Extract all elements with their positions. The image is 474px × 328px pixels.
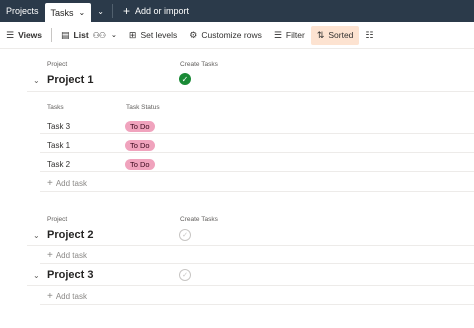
tab-projects-label: Projects	[6, 6, 39, 16]
add-task-label: Add task	[55, 251, 87, 260]
views-label: Views	[18, 30, 43, 40]
add-task-button[interactable]: + Add task	[47, 250, 87, 261]
chevron-down-icon[interactable]: ⌄	[79, 8, 86, 17]
tab-tasks[interactable]: Tasks ⌄	[44, 3, 92, 22]
column-header-tasks: Tasks	[47, 104, 64, 111]
check-circle-icon[interactable]: ✓	[179, 229, 191, 241]
divider	[40, 263, 474, 264]
chevron-down-icon[interactable]: ⌄	[33, 76, 40, 85]
list-view-button[interactable]: ▤ List ⚇⚇ ⌄	[55, 26, 123, 45]
views-button[interactable]: ☰ Views	[0, 26, 48, 45]
add-or-import-label: Add or import	[134, 6, 189, 16]
divider	[40, 171, 474, 172]
filter-label: Filter	[285, 30, 305, 40]
customize-rows-label: Customize rows	[201, 30, 262, 40]
chevron-down-icon: ⌄	[111, 32, 117, 39]
view-options-button[interactable]: ☷	[359, 26, 383, 45]
task-name[interactable]: Task 3	[47, 122, 70, 131]
gear-icon: ⚙	[189, 29, 198, 40]
status-badge[interactable]: To Do	[125, 140, 155, 151]
divider	[40, 304, 474, 305]
group-title: Project 1	[47, 74, 94, 86]
plus-icon: +	[47, 291, 53, 302]
task-name[interactable]: Task 2	[47, 160, 70, 169]
filter-icon: ☰	[273, 29, 282, 40]
column-header-project: Project	[47, 61, 68, 68]
check-circle-icon[interactable]: ✓	[179, 73, 191, 85]
tab-divider	[111, 4, 113, 18]
group-title: Project 3	[47, 269, 94, 281]
plus-icon: +	[47, 178, 53, 189]
people-icon: ⚇⚇	[92, 30, 106, 40]
group-title: Project 2	[47, 229, 94, 241]
add-task-button[interactable]: + Add task	[47, 291, 87, 302]
column-header-project: Project	[47, 216, 68, 223]
view-toolbar: ☰ Views ▤ List ⚇⚇ ⌄ ⊞ Set levels ⚙ Custo…	[0, 22, 474, 49]
customize-rows-button[interactable]: ⚙ Customize rows	[183, 26, 268, 45]
options-icon: ☷	[365, 29, 374, 40]
add-task-label: Add task	[55, 179, 87, 188]
column-header-task-status: Task Status	[126, 104, 160, 111]
divider	[27, 285, 474, 286]
plus-icon: +	[47, 250, 53, 261]
top-tab-bar: Projects Tasks ⌄ ⌄ + Add or import	[0, 0, 474, 22]
levels-icon: ⊞	[128, 29, 137, 40]
hamburger-icon: ☰	[6, 29, 15, 40]
status-badge[interactable]: To Do	[125, 121, 155, 132]
column-header-create-tasks: Create Tasks	[180, 216, 218, 223]
list-icon: ▤	[61, 29, 70, 40]
add-task-button[interactable]: + Add task	[47, 178, 87, 189]
tab-projects[interactable]: Projects	[0, 0, 45, 22]
chevron-down-icon: ⌄	[97, 6, 104, 16]
filter-button[interactable]: ☰ Filter	[268, 26, 311, 45]
sort-icon: ⇅	[316, 29, 325, 40]
sorted-label: Sorted	[328, 30, 354, 40]
add-or-import-button[interactable]: + Add or import	[115, 0, 197, 22]
set-levels-label: Set levels	[140, 30, 178, 40]
divider	[40, 133, 474, 134]
divider	[40, 152, 474, 153]
task-name[interactable]: Task 1	[47, 141, 70, 150]
chevron-down-icon[interactable]: ⌄	[33, 271, 40, 280]
divider	[27, 245, 474, 246]
chevron-down-icon[interactable]: ⌄	[33, 231, 40, 240]
toolbar-divider	[51, 28, 53, 42]
add-task-label: Add task	[55, 292, 87, 301]
list-label: List	[73, 30, 89, 40]
check-circle-icon[interactable]: ✓	[179, 269, 191, 281]
divider	[40, 191, 474, 192]
set-levels-button[interactable]: ⊞ Set levels	[123, 26, 183, 45]
divider	[27, 91, 474, 92]
plus-icon: +	[122, 4, 130, 18]
column-header-create-tasks: Create Tasks	[180, 61, 218, 68]
status-badge[interactable]: To Do	[125, 159, 155, 170]
more-tabs-button[interactable]: ⌄	[91, 0, 110, 22]
tab-tasks-label: Tasks	[50, 7, 74, 18]
sorted-button[interactable]: ⇅ Sorted	[310, 25, 360, 45]
